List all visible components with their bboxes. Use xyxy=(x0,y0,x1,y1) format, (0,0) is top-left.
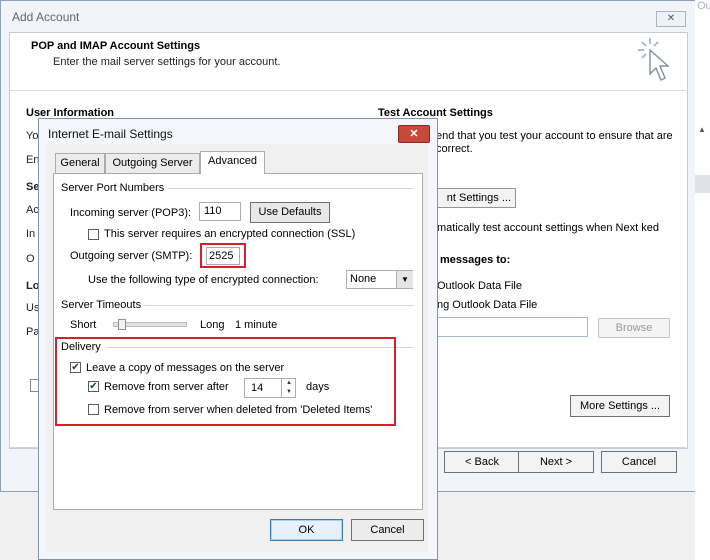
timeout-slider-thumb[interactable] xyxy=(118,319,127,330)
sparkle-cursor-icon xyxy=(636,36,676,84)
timeout-value: 1 minute xyxy=(235,319,278,331)
background-app-edge xyxy=(695,0,710,560)
cancel-button[interactable]: Cancel xyxy=(601,451,677,473)
dialog-close-button[interactable]: ✕ xyxy=(398,125,430,143)
incoming-server-port-input[interactable]: 110 xyxy=(199,202,241,221)
left-label-fragment: Yo xyxy=(26,130,39,142)
background-app-label: Ou xyxy=(697,0,710,12)
timeout-long-label: Long xyxy=(200,319,225,331)
dialog-cancel-button[interactable]: Cancel xyxy=(351,519,424,541)
page-subtitle: Enter the mail server settings for your … xyxy=(53,56,281,68)
ok-button[interactable]: OK xyxy=(270,519,343,541)
add-account-close-button[interactable]: ✕ xyxy=(656,11,686,27)
ssl-checkbox[interactable] xyxy=(88,229,99,240)
timeout-short-label: Short xyxy=(70,319,97,331)
header-divider xyxy=(10,90,686,91)
deliver-messages-label: messages to: xyxy=(440,254,511,266)
new-data-file-option[interactable]: Outlook Data File xyxy=(437,280,522,292)
delivery-highlight-box xyxy=(55,337,396,426)
server-timeouts-label: Server Timeouts xyxy=(61,299,145,311)
data-file-path-input[interactable] xyxy=(436,317,588,337)
encryption-type-value: None xyxy=(350,273,377,285)
scroll-up-icon[interactable]: ▲ xyxy=(696,125,708,137)
group-divider xyxy=(168,188,414,189)
group-divider xyxy=(145,305,414,306)
smtp-port-highlight-box xyxy=(200,243,246,268)
add-account-title: Add Account xyxy=(12,10,80,24)
existing-data-file-option[interactable]: ng Outlook Data File xyxy=(437,299,537,311)
incoming-server-label: Incoming server (POP3): xyxy=(70,207,192,219)
browse-button[interactable]: Browse xyxy=(598,318,670,338)
left-label-fragment: In xyxy=(26,228,36,240)
background-app-bar xyxy=(695,175,710,193)
more-settings-button[interactable]: More Settings ... xyxy=(570,395,670,417)
ssl-checkbox-label: This server requires an encrypted connec… xyxy=(104,228,356,240)
dialog-title: Internet E-mail Settings xyxy=(48,127,173,141)
chevron-down-icon[interactable]: ▼ xyxy=(396,271,413,288)
tab-general[interactable]: General xyxy=(55,153,105,173)
close-icon: ✕ xyxy=(666,13,676,24)
close-icon: ✕ xyxy=(409,128,419,140)
back-button[interactable]: < Back xyxy=(444,451,520,473)
next-button[interactable]: Next > xyxy=(518,451,594,473)
tab-advanced[interactable]: Advanced xyxy=(200,151,265,174)
outgoing-server-label: Outgoing server (SMTP): xyxy=(70,250,193,262)
tab-outgoing-server[interactable]: Outgoing Server xyxy=(105,153,200,173)
auto-test-label: matically test account settings when Nex… xyxy=(437,222,659,234)
left-label-fragment: O xyxy=(26,253,35,265)
encryption-type-label: Use the following type of encrypted conn… xyxy=(88,274,319,286)
test-description: end that you test your account to ensure… xyxy=(436,130,673,155)
page-title: POP and IMAP Account Settings xyxy=(31,40,201,52)
use-defaults-button[interactable]: Use Defaults xyxy=(250,202,330,223)
left-label-fragment: Ac xyxy=(26,204,39,216)
server-port-numbers-label: Server Port Numbers xyxy=(61,182,168,194)
